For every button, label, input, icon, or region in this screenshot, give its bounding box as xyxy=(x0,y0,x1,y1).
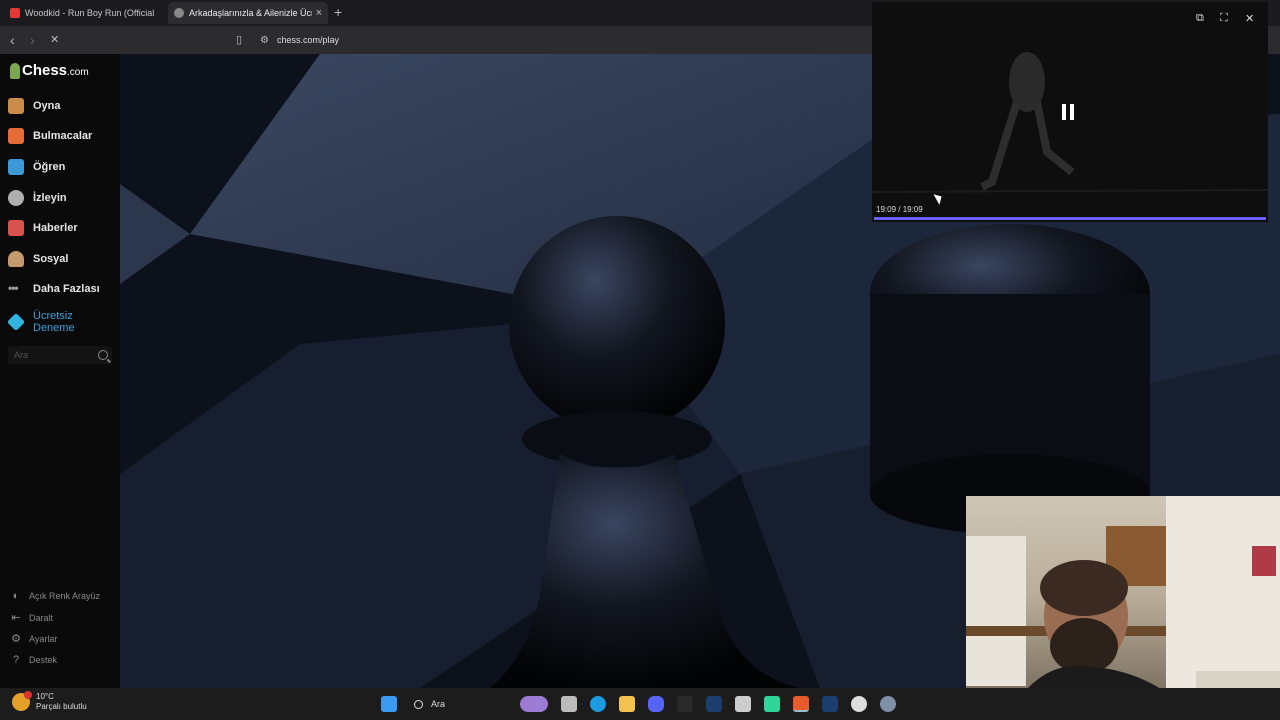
windows-taskbar: 10°C Parçalı bulutlu Ara xyxy=(0,688,1280,720)
seek-bar[interactable] xyxy=(874,217,1266,220)
bottom-item-label: Açık Renk Arayüz xyxy=(29,591,101,601)
social-icon xyxy=(8,251,24,267)
tab-title: Woodkid - Run Boy Run (Official xyxy=(25,8,155,18)
help-icon: ? xyxy=(12,654,20,666)
sidebar-item-label: Daha Fazlası xyxy=(33,283,100,295)
trial-label: Ücretsiz Deneme xyxy=(33,310,75,334)
weather-widget[interactable]: 10°C Parçalı bulutlu xyxy=(12,691,87,712)
steam-icon[interactable] xyxy=(706,696,722,712)
sidebar-item-label: Öğren xyxy=(33,161,66,173)
puzzle-icon xyxy=(8,128,24,144)
url-field[interactable]: ⚙ chess.com/play xyxy=(254,30,874,50)
collapse-sidebar-button[interactable]: ⇤ Daralt xyxy=(10,612,53,624)
chesscom-logo[interactable]: Chess .com xyxy=(10,62,89,79)
edge-browser-icon[interactable] xyxy=(590,696,606,712)
close-icon[interactable]: ✕ xyxy=(1245,12,1254,25)
forward-icon[interactable]: › xyxy=(30,32,35,48)
sidebar-item-label: Sosyal xyxy=(33,253,69,265)
url-text: chess.com/play xyxy=(276,35,339,45)
settings-link[interactable]: ⚙ Ayarlar xyxy=(10,633,57,645)
task-view-icon[interactable] xyxy=(561,696,577,712)
picture-in-picture-player[interactable]: ⧉ ⛶ ✕ 19:09 / 19:09 xyxy=(872,2,1268,222)
support-link[interactable]: ? Destek xyxy=(10,654,57,666)
weather-desc: Parçalı bulutlu xyxy=(36,702,87,711)
video-frame xyxy=(872,52,1268,193)
sidebar-item-puzzles[interactable]: Bulmacalar xyxy=(8,126,92,146)
weather-icon xyxy=(12,691,32,711)
obs-icon[interactable] xyxy=(851,696,867,712)
sidebar-item-label: İzleyin xyxy=(33,192,67,204)
file-explorer-icon[interactable] xyxy=(619,696,635,712)
sidebar-item-watch[interactable]: İzleyin xyxy=(8,188,67,208)
taskbar-search[interactable]: Ara xyxy=(406,693,516,715)
steam-icon[interactable] xyxy=(822,696,838,712)
chess-pawn-logo-icon xyxy=(10,62,20,79)
diamond-icon xyxy=(6,312,26,332)
sidebar-item-label: Oyna xyxy=(33,100,61,112)
tab-youtube[interactable]: Woodkid - Run Boy Run (Official xyxy=(4,2,164,24)
sidebar-item-play[interactable]: Oyna xyxy=(8,96,61,116)
sidebar-item-learn[interactable]: Öğren xyxy=(8,157,65,177)
back-icon[interactable]: ‹ xyxy=(10,32,15,48)
learn-cube-icon xyxy=(8,159,24,175)
logo-text: Chess xyxy=(22,62,68,79)
search-icon[interactable] xyxy=(98,350,108,360)
windows-start-icon[interactable] xyxy=(381,696,397,712)
weather-text: 10°C Parçalı bulutlu xyxy=(36,692,87,712)
pawn-hand-icon xyxy=(8,98,24,114)
sidebar-item-more[interactable]: ••• Daha Fazlası xyxy=(8,279,100,299)
logo-domain: .com xyxy=(67,66,89,78)
bottom-item-label: Daralt xyxy=(29,613,54,623)
sidebar-item-social[interactable]: Sosyal xyxy=(8,249,68,269)
binoculars-icon xyxy=(8,190,24,206)
discord-icon[interactable] xyxy=(648,696,664,712)
chess-favicon-icon xyxy=(174,8,184,18)
sidebar-item-free-trial[interactable]: Ücretsiz Deneme xyxy=(6,310,75,338)
collapse-icon: ⇤ xyxy=(11,612,21,624)
close-tab-icon[interactable]: × xyxy=(316,7,322,19)
sidebar-item-label: Bulmacalar xyxy=(33,130,93,142)
tab-title: Arkadaşlarınızla & Ailenizle Ücret xyxy=(189,8,312,18)
app-green-icon[interactable] xyxy=(764,696,780,712)
seek-bar-progress xyxy=(874,217,1266,220)
contrast-icon: ◐ xyxy=(12,590,20,602)
webcam-overlay xyxy=(966,496,1280,720)
search-icon xyxy=(414,699,423,709)
light-theme-toggle[interactable]: ◐ Açık Renk Arayüz xyxy=(10,590,100,602)
app-icon[interactable] xyxy=(677,696,693,712)
settings-gear-icon[interactable] xyxy=(880,696,896,712)
bottom-item-label: Ayarlar xyxy=(29,634,58,644)
sidebar-search-input[interactable]: Ara xyxy=(8,346,112,364)
widgets-icon[interactable] xyxy=(520,696,548,712)
trial-line1: Ücretsiz xyxy=(33,310,73,322)
site-info-icon[interactable]: ⚙ xyxy=(260,35,269,46)
pause-icon[interactable] xyxy=(1062,104,1076,120)
more-dots-icon: ••• xyxy=(8,281,19,295)
sidebar-item-news[interactable]: Haberler xyxy=(8,218,78,238)
tools-icon[interactable] xyxy=(735,696,751,712)
screen: Woodkid - Run Boy Run (Official Arkadaşl… xyxy=(0,0,1280,720)
taskbar-search-label: Ara xyxy=(431,699,446,709)
fullscreen-icon[interactable]: ⛶ xyxy=(1220,12,1228,25)
bookmark-icon[interactable]: ▯ xyxy=(236,32,242,48)
brave-browser-icon[interactable] xyxy=(793,696,809,712)
tab-chess[interactable]: Arkadaşlarınızla & Ailenizle Ücret × xyxy=(168,2,328,24)
stop-loading-icon[interactable]: ✕ xyxy=(50,32,59,48)
news-icon xyxy=(8,220,24,236)
webcam-person-image xyxy=(966,496,1280,720)
youtube-favicon-icon xyxy=(10,8,20,18)
trial-line2: Deneme xyxy=(33,322,75,334)
back-to-tab-icon[interactable]: ⧉ xyxy=(1196,12,1204,25)
weather-temp: 10°C xyxy=(36,692,54,701)
search-placeholder: Ara xyxy=(14,350,29,360)
bottom-item-label: Destek xyxy=(29,655,58,665)
gear-icon: ⚙ xyxy=(11,633,21,645)
playback-time: 19:09 / 19:09 xyxy=(876,205,923,214)
new-tab-button[interactable]: + xyxy=(334,4,342,20)
chess-sidebar: Chess .com Oyna Bulmacalar Öğren İzleyin… xyxy=(0,54,120,688)
sidebar-item-label: Haberler xyxy=(33,222,78,234)
